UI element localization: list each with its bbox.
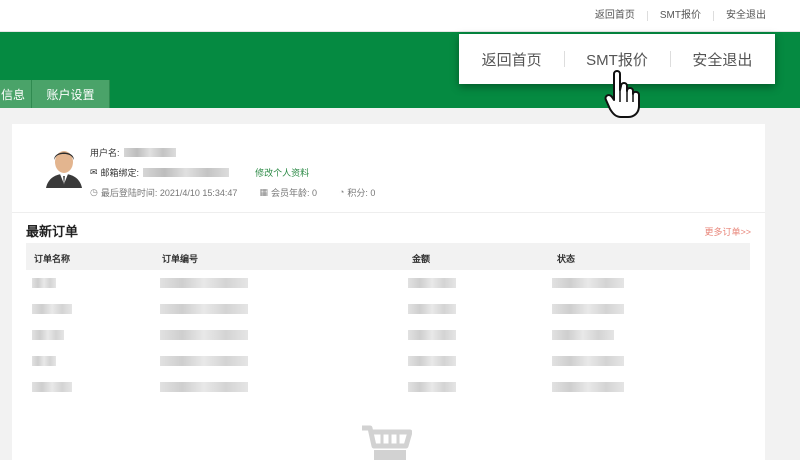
column-status: 状态	[557, 254, 576, 264]
envelope-icon: ✉	[90, 166, 98, 177]
orders-table-header: 订单名称 订单编号 金额 状态	[26, 243, 750, 270]
menu-item-logout[interactable]: 安全退出	[669, 49, 775, 70]
order-status-redacted	[552, 382, 624, 392]
menu-item-smt-quote[interactable]: SMT报价	[564, 49, 669, 70]
order-amount-redacted	[408, 382, 456, 392]
gauge-icon: ◔	[338, 187, 345, 197]
tab-info[interactable]: 信息	[0, 80, 32, 108]
shopping-cart-icon	[362, 425, 412, 460]
orders-title: 最新订单	[26, 224, 79, 239]
order-status-redacted	[552, 330, 614, 340]
table-row[interactable]	[26, 270, 750, 296]
order-number-redacted	[160, 330, 248, 340]
order-amount-redacted	[408, 330, 456, 340]
order-name-redacted	[32, 382, 72, 392]
order-number-redacted	[160, 356, 248, 366]
email-label: 邮箱绑定:	[100, 167, 140, 178]
more-orders-link[interactable]: 更多订单>>	[704, 225, 751, 238]
top-links: 返回首页 SMT报价 安全退出	[583, 0, 778, 32]
order-name-redacted	[32, 278, 56, 288]
member-age: 会员年龄: 0	[270, 187, 317, 198]
profile-info: 用户名: ✉ 邮箱绑定: 修改个人资料 ◷ 最后登陆时间: 2021/4/10 …	[90, 142, 397, 202]
top-link-smt-quote[interactable]: SMT报价	[646, 11, 713, 21]
table-row[interactable]	[26, 296, 750, 322]
column-amount: 金额	[412, 254, 431, 264]
order-name-redacted	[32, 330, 64, 340]
order-name-redacted	[32, 356, 56, 366]
hand-pointer-icon	[604, 70, 640, 118]
order-amount-redacted	[408, 356, 456, 366]
avatar	[42, 142, 86, 188]
order-name-redacted	[32, 304, 72, 314]
last-login: 最后登陆时间: 2021/4/10 15:34:47	[100, 187, 238, 198]
order-number-redacted	[160, 304, 248, 314]
column-order-name: 订单名称	[34, 254, 71, 264]
calendar-icon: ▦	[259, 186, 268, 197]
section-divider	[12, 212, 765, 213]
column-order-number: 订单编号	[162, 254, 199, 264]
table-row[interactable]	[26, 374, 750, 400]
top-link-home[interactable]: 返回首页	[583, 11, 647, 21]
email-value-redacted	[143, 167, 230, 177]
top-bar: 返回首页 SMT报价 安全退出	[0, 0, 800, 32]
order-amount-redacted	[408, 278, 456, 288]
order-number-redacted	[160, 278, 248, 288]
top-link-logout[interactable]: 安全退出	[713, 11, 778, 21]
username-label: 用户名:	[90, 147, 120, 158]
table-row[interactable]	[26, 348, 750, 374]
orders-table-body	[26, 270, 750, 400]
order-status-redacted	[552, 356, 624, 366]
account-card: 用户名: ✉ 邮箱绑定: 修改个人资料 ◷ 最后登陆时间: 2021/4/10 …	[12, 124, 765, 460]
username-value-redacted	[123, 147, 176, 157]
order-status-redacted	[552, 278, 624, 288]
points: 积分: 0	[347, 187, 376, 198]
account-tabs: 信息 账户设置	[0, 80, 110, 108]
table-row[interactable]	[26, 322, 750, 348]
order-amount-redacted	[408, 304, 456, 314]
tab-account-settings[interactable]: 账户设置	[32, 80, 110, 108]
order-status-redacted	[552, 304, 624, 314]
edit-profile-link[interactable]: 修改个人资料	[255, 166, 309, 179]
menu-item-home[interactable]: 返回首页	[459, 49, 564, 70]
order-number-redacted	[160, 382, 248, 392]
clock-icon: ◷	[90, 186, 98, 197]
